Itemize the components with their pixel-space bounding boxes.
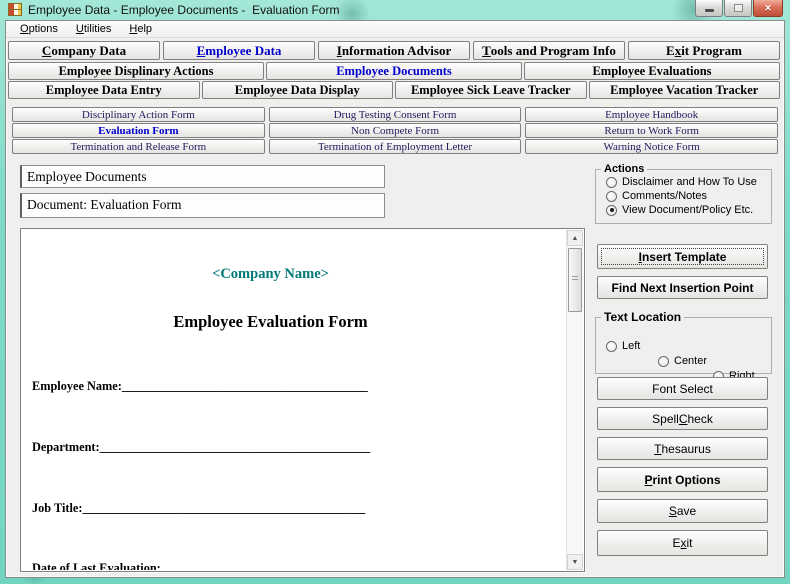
scroll-up-button[interactable]: ▲ bbox=[567, 230, 583, 246]
radio-text-center[interactable]: Center bbox=[658, 355, 707, 367]
document-grid-row-2: Evaluation Form Non Compete Form Return … bbox=[12, 123, 778, 138]
radio-icon bbox=[606, 341, 617, 352]
actions-group-title: Actions bbox=[601, 163, 647, 175]
tab-tools-program-info[interactable]: Tools and Program Info bbox=[473, 41, 625, 60]
thesaurus-button[interactable]: Thesaurus bbox=[597, 437, 768, 460]
doc-button-evaluation-form[interactable]: Evaluation Form bbox=[12, 123, 265, 138]
document-grid-row-1: Disciplinary Action Form Drug Testing Co… bbox=[12, 107, 778, 122]
document-scrollbar[interactable]: ▲ ▼ bbox=[566, 230, 583, 570]
radio-comments-notes[interactable]: Comments/Notes bbox=[596, 189, 771, 203]
radio-icon-selected bbox=[606, 205, 617, 216]
doc-title: Employee Evaluation Form bbox=[32, 312, 564, 331]
minimize-button[interactable] bbox=[695, 0, 723, 17]
arrow-up-icon: ▲ bbox=[572, 235, 579, 242]
minimize-icon bbox=[705, 9, 714, 12]
nav-row-main: Company Data Employee Data Information A… bbox=[8, 41, 780, 60]
radio-label: Comments/Notes bbox=[622, 190, 707, 202]
close-button[interactable]: ✕ bbox=[753, 0, 783, 17]
radio-icon bbox=[606, 191, 617, 202]
doc-line-employee-name: Employee Name:__________________________… bbox=[32, 379, 564, 394]
title-bar: Employee Data - Employee Documents - Eva… bbox=[0, 0, 790, 20]
insert-template-button[interactable]: Insert Template bbox=[597, 244, 768, 269]
doc-line-job-title: Job Title:______________________________… bbox=[32, 501, 564, 516]
doc-button-non-compete-form[interactable]: Non Compete Form bbox=[269, 123, 522, 138]
save-button[interactable]: Save bbox=[597, 499, 768, 523]
tab-sick-leave-tracker[interactable]: Employee Sick Leave Tracker bbox=[395, 81, 587, 99]
doc-button-return-to-work-form[interactable]: Return to Work Form bbox=[525, 123, 778, 138]
radio-icon bbox=[658, 356, 669, 367]
doc-button-termination-employment-letter[interactable]: Termination of Employment Letter bbox=[269, 139, 522, 154]
font-select-button[interactable]: Font Select bbox=[597, 377, 768, 400]
tab-company-data[interactable]: Company Data bbox=[8, 41, 160, 60]
radio-label: Disclaimer and How To Use bbox=[622, 176, 757, 188]
document-content: <Company Name> Employee Evaluation Form … bbox=[22, 230, 566, 570]
tab-employee-documents[interactable]: Employee Documents bbox=[266, 62, 522, 80]
radio-label: Center bbox=[674, 355, 707, 367]
menu-options[interactable]: Options bbox=[12, 22, 66, 36]
tab-information-advisor[interactable]: Information Advisor bbox=[318, 41, 470, 60]
doc-line-department: Department:_____________________________… bbox=[32, 440, 564, 455]
spell-check-button[interactable]: Spell Check bbox=[597, 407, 768, 430]
scrollbar-thumb[interactable] bbox=[568, 248, 582, 312]
doc-button-termination-release-form[interactable]: Termination and Release Form bbox=[12, 139, 265, 154]
document-field: Document: Evaluation Form bbox=[20, 193, 385, 218]
radio-text-left[interactable]: Left bbox=[606, 340, 640, 352]
nav-row-employee: Employee Displinary Actions Employee Doc… bbox=[8, 62, 780, 80]
text-location-group-title: Text Location bbox=[601, 310, 684, 324]
menu-help[interactable]: Help bbox=[121, 22, 160, 36]
menu-bar: Options Utilities Help bbox=[6, 21, 784, 38]
radio-icon bbox=[606, 177, 617, 188]
radio-disclaimer-how-to-use[interactable]: Disclaimer and How To Use bbox=[596, 175, 771, 189]
text-location-group: Text Location Left Center Right bbox=[595, 310, 772, 374]
close-icon: ✕ bbox=[764, 3, 772, 14]
radio-label: View Document/Policy Etc. bbox=[622, 204, 753, 216]
print-options-button[interactable]: Print Options bbox=[597, 467, 768, 492]
radio-view-document-policy[interactable]: View Document/Policy Etc. bbox=[596, 203, 771, 217]
doc-line-date-last-evaluation: Date of Last Evaluation:________________… bbox=[32, 561, 564, 570]
scroll-down-button[interactable]: ▼ bbox=[567, 554, 583, 570]
tab-employee-evaluations[interactable]: Employee Evaluations bbox=[524, 62, 780, 80]
tab-exit-program[interactable]: Exit Program bbox=[628, 41, 780, 60]
menu-utilities[interactable]: Utilities bbox=[68, 22, 119, 36]
doc-button-employee-handbook[interactable]: Employee Handbook bbox=[525, 107, 778, 122]
doc-button-drug-testing-consent-form[interactable]: Drug Testing Consent Form bbox=[269, 107, 522, 122]
actions-group: Actions Disclaimer and How To Use Commen… bbox=[595, 163, 772, 224]
maximize-button[interactable] bbox=[724, 0, 752, 17]
section-field: Employee Documents bbox=[20, 165, 385, 188]
doc-button-warning-notice-form[interactable]: Warning Notice Form bbox=[525, 139, 778, 154]
window-title: Employee Data - Employee Documents - Eva… bbox=[28, 3, 339, 17]
maximize-icon bbox=[734, 4, 743, 12]
app-icon bbox=[8, 3, 22, 16]
tab-data-entry[interactable]: Employee Data Entry bbox=[8, 81, 200, 99]
radio-label: Left bbox=[622, 340, 640, 352]
tab-disciplinary-actions[interactable]: Employee Displinary Actions bbox=[8, 62, 264, 80]
arrow-down-icon: ▼ bbox=[572, 559, 579, 566]
tab-data-display[interactable]: Employee Data Display bbox=[202, 81, 394, 99]
doc-button-disciplinary-action-form[interactable]: Disciplinary Action Form bbox=[12, 107, 265, 122]
app-window: Employee Data - Employee Documents - Eva… bbox=[0, 0, 790, 584]
doc-company-name: <Company Name> bbox=[32, 266, 564, 282]
nav-row-data: Employee Data Entry Employee Data Displa… bbox=[8, 81, 780, 99]
tab-employee-data[interactable]: Employee Data bbox=[163, 41, 315, 60]
document-preview[interactable]: <Company Name> Employee Evaluation Form … bbox=[20, 228, 585, 572]
document-grid-row-3: Termination and Release Form Termination… bbox=[12, 139, 778, 154]
exit-button[interactable]: Exit bbox=[597, 530, 768, 556]
find-next-insertion-point-button[interactable]: Find Next Insertion Point bbox=[597, 276, 768, 299]
tab-vacation-tracker[interactable]: Employee Vacation Tracker bbox=[589, 81, 781, 99]
